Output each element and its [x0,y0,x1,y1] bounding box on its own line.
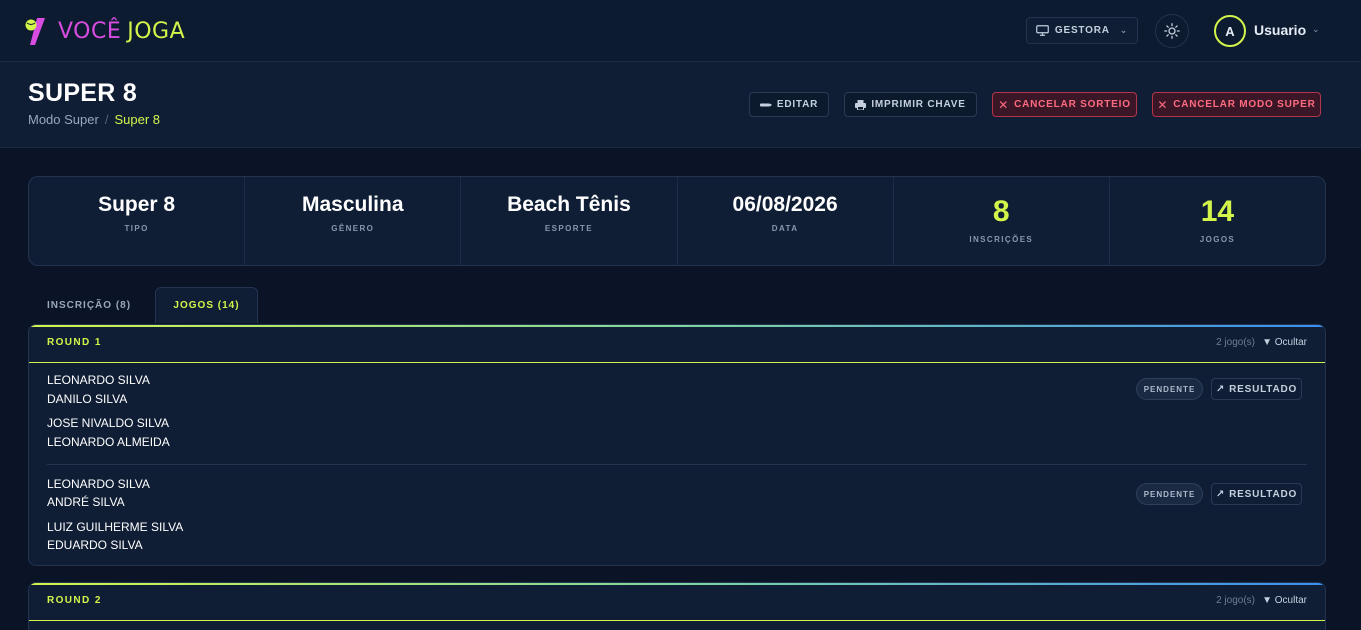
close-icon: ✕ [998,97,1010,112]
player-name: ANDRÉ SILVA [47,495,125,509]
app-logo[interactable]: VOCÊ JOGA [24,15,185,47]
print-bracket-button[interactable]: IMPRIMIR CHAVE [844,92,977,117]
result-label: RESULTADO [1229,488,1298,500]
stat-value: 8 [992,195,1010,228]
player-name: LEONARDO ALMEIDA [47,435,170,449]
page-title: SUPER 8 [28,79,138,107]
result-label: RESULTADO [1229,383,1298,395]
logo-voce: VOCÊ [58,18,122,44]
stat-value: 14 [1200,195,1235,228]
sun-icon [1164,23,1180,39]
round-card: ROUND 2 2 jogo(s) ▼ Ocultar [28,582,1326,630]
stat-value: 06/08/2026 [732,193,838,216]
breadcrumb-parent[interactable]: Modo Super [28,112,99,127]
stat-label: JOGOS [1199,235,1236,244]
breadcrumb-separator: / [104,112,109,127]
stat-value: Super 8 [98,193,176,216]
player-name: LUIZ GUILHERME SILVA [47,520,184,534]
chevron-down-icon[interactable]: ⌄ [1312,24,1320,35]
theme-toggle-button[interactable] [1155,14,1189,48]
tab-jogos[interactable]: JOGOS (14) [155,287,258,323]
player-name: JOSE NIVALDO SILVA [47,416,170,430]
round-game-count: 2 jogo(s) [1216,595,1255,606]
stat-label: ESPORTE [544,224,593,233]
edit-label: EDITAR [776,99,819,110]
logo-mark-icon [25,18,45,45]
result-button[interactable]: ↗ RESULTADO [1211,378,1302,400]
stat-label: TIPO [124,224,149,233]
logo-joga: JOGA [127,18,186,44]
top-navbar: VOCÊ JOGA GESTORA ⌄ A Usuario ⌄ [0,0,1361,62]
status-badge: PENDENTE [1136,483,1203,505]
stat-jogos: 14 JOGOS [1110,177,1325,265]
stat-tipo: Super 8 TIPO [29,177,246,265]
player-name: LEONARDO SILVA [47,477,150,491]
breadcrumb: Modo Super / Super 8 [28,112,160,127]
player-name: DANILO SILVA [47,392,128,406]
close-icon: ✕ [1157,97,1169,112]
match-row: LEONARDO SILVA DANILO SILVA JOSE NIVALDO… [47,363,1307,465]
breadcrumb-current: Super 8 [114,112,160,127]
edit-button[interactable]: EDITAR [749,92,829,117]
chevron-down-icon: ⌄ [1119,25,1129,35]
logo-text: VOCÊ JOGA [58,19,185,44]
round-collapse-toggle[interactable]: ▼ Ocultar [1262,595,1307,606]
match-row: LEONARDO SILVA ANDRÉ SILVA LUIZ GUILHERM… [47,465,1307,565]
cancel-super-mode-button[interactable]: ✕ CANCELAR MODO SUPER [1152,92,1321,117]
printer-icon [855,99,867,110]
cancel-draw-button[interactable]: ✕ CANCELAR SORTEIO [992,92,1137,117]
stat-label: INSCRIÇÕES [969,235,1034,244]
stat-genero: Masculina GÊNERO [245,177,462,265]
round-title: ROUND 1 [47,337,102,348]
player-name: EDUARDO SILVA [47,538,143,552]
stat-data: 06/08/2026 DATA [678,177,894,265]
tournament-summary: Super 8 TIPO Masculina GÊNERO Beach Têni… [28,176,1326,266]
stat-value: Beach Tênis [507,193,631,216]
round-card: ROUND 1 2 jogo(s) ▼ Ocultar LEONARDO SIL… [28,324,1326,566]
stat-inscricoes: 8 INSCRIÇÕES [894,177,1110,265]
stat-value: Masculina [301,193,404,216]
cancel-super-label: CANCELAR MODO SUPER [1173,99,1316,110]
result-button[interactable]: ↗ RESULTADO [1211,483,1302,505]
role-label: GESTORA [1054,25,1110,36]
stat-label: GÊNERO [331,224,375,233]
print-label: IMPRIMIR CHAVE [871,99,966,110]
avatar[interactable]: A [1214,15,1246,47]
round-game-count: 2 jogo(s) [1216,337,1255,348]
page-header: SUPER 8 Modo Super / Super 8 EDITAR IMPRIM… [0,62,1361,148]
monitor-icon [1036,25,1049,36]
user-name[interactable]: Usuario [1254,22,1306,38]
round-header[interactable]: ROUND 1 2 jogo(s) ▼ Ocultar [29,325,1325,363]
pencil-icon [759,103,772,106]
arrow-up-right-icon: ↗ [1215,383,1226,395]
cancel-draw-label: CANCELAR SORTEIO [1014,99,1131,110]
stat-esporte: Beach Tênis ESPORTE [461,177,678,265]
round-header[interactable]: ROUND 2 2 jogo(s) ▼ Ocultar [29,583,1325,621]
player-name: LEONARDO SILVA [47,373,150,387]
role-selector-button[interactable]: GESTORA ⌄ [1026,17,1138,44]
status-badge: PENDENTE [1136,378,1203,400]
tab-inscricao[interactable]: INSCRIÇÃO (8) [30,287,148,323]
arrow-up-right-icon: ↗ [1215,488,1226,500]
stat-label: DATA [771,224,799,233]
round-collapse-toggle[interactable]: ▼ Ocultar [1262,337,1307,348]
round-title: ROUND 2 [47,595,102,606]
